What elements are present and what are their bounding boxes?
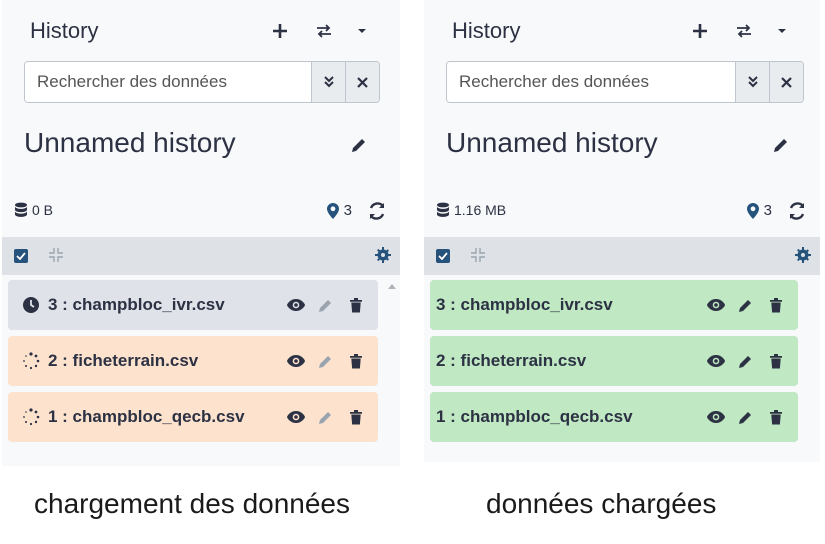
history-toolbar bbox=[2, 237, 400, 275]
select-all-checkbox[interactable] bbox=[14, 249, 28, 263]
pencil-icon[interactable] bbox=[316, 351, 336, 371]
trash-icon[interactable] bbox=[346, 295, 366, 315]
clear-search-button[interactable] bbox=[769, 62, 803, 102]
clear-search-button[interactable] bbox=[345, 62, 379, 102]
advanced-search-button[interactable] bbox=[735, 62, 769, 102]
history-item-count[interactable]: 3 bbox=[326, 202, 352, 219]
advanced-search-button[interactable] bbox=[311, 62, 345, 102]
history-count-label: 3 bbox=[763, 202, 772, 219]
caption-loaded: données chargées bbox=[486, 488, 717, 519]
history-panel-title: History bbox=[452, 18, 521, 43]
pencil-icon[interactable] bbox=[736, 295, 756, 315]
select-all-checkbox[interactable] bbox=[436, 249, 450, 263]
trash-icon[interactable] bbox=[766, 295, 786, 315]
pencil-icon[interactable] bbox=[316, 295, 336, 315]
trash-icon[interactable] bbox=[766, 351, 786, 371]
map-marker-icon bbox=[326, 202, 339, 219]
pencil-icon[interactable] bbox=[736, 351, 756, 371]
scroll-up-arrow[interactable] bbox=[388, 284, 396, 289]
history-item-count[interactable]: 3 bbox=[746, 202, 772, 219]
check-icon bbox=[438, 252, 448, 260]
dataset-name: 3 : champbloc_ivr.csv bbox=[436, 295, 613, 314]
caption-loading: chargement des données bbox=[34, 488, 350, 519]
search-bar bbox=[446, 61, 804, 103]
dataset-item[interactable]: 1 : champbloc_qecb.csv bbox=[8, 392, 378, 442]
history-name: Unnamed history bbox=[24, 127, 236, 158]
history-count-label: 3 bbox=[343, 202, 352, 219]
dataset-name: 1 : champbloc_qecb.csv bbox=[436, 407, 633, 426]
spinner-icon bbox=[20, 408, 42, 426]
dataset-name: 2 : ficheterrain.csv bbox=[436, 351, 587, 370]
check-icon bbox=[16, 252, 26, 260]
refresh-icon[interactable] bbox=[366, 200, 388, 222]
search-bar bbox=[24, 61, 380, 103]
dataset-item[interactable]: 3 : champbloc_ivr.csv bbox=[430, 280, 798, 330]
double-chevron-down-icon bbox=[747, 76, 758, 88]
plus-icon[interactable] bbox=[688, 18, 712, 44]
history-panel-loaded: History Unnamed history 1.16 MB 3 bbox=[424, 0, 820, 462]
history-size-label: 1.16 MB bbox=[454, 202, 507, 218]
history-panel-title: History bbox=[30, 18, 99, 43]
compress-icon[interactable] bbox=[48, 247, 64, 268]
dataset-list: 3 : champbloc_ivr.csv 2 : ficheterrain.c… bbox=[8, 280, 378, 448]
close-icon bbox=[781, 76, 792, 88]
dataset-list: 3 : champbloc_ivr.csv 2 : ficheterrain.c… bbox=[430, 280, 798, 448]
history-size-label: 0 B bbox=[32, 202, 54, 218]
history-size: 0 B bbox=[14, 202, 53, 218]
pencil-icon[interactable] bbox=[770, 134, 792, 156]
map-marker-icon bbox=[746, 202, 759, 219]
gear-icon[interactable] bbox=[794, 246, 812, 269]
compress-icon[interactable] bbox=[470, 247, 486, 268]
eye-icon[interactable] bbox=[286, 295, 306, 315]
exchange-icon[interactable] bbox=[312, 18, 336, 44]
search-input[interactable] bbox=[25, 62, 311, 102]
caret-down-icon[interactable] bbox=[350, 18, 374, 44]
dataset-item[interactable]: 2 : ficheterrain.csv bbox=[8, 336, 378, 386]
eye-icon[interactable] bbox=[706, 351, 726, 371]
history-stats: 1.16 MB 3 bbox=[436, 200, 812, 224]
pencil-icon[interactable] bbox=[348, 134, 370, 156]
eye-icon[interactable] bbox=[706, 295, 726, 315]
dataset-item[interactable]: 1 : champbloc_qecb.csv bbox=[430, 392, 798, 442]
gear-icon[interactable] bbox=[374, 246, 392, 269]
close-icon bbox=[357, 76, 368, 88]
double-chevron-down-icon bbox=[323, 76, 334, 88]
refresh-icon[interactable] bbox=[786, 200, 808, 222]
dataset-name: 1 : champbloc_qecb.csv bbox=[48, 407, 245, 426]
dataset-item[interactable]: 3 : champbloc_ivr.csv bbox=[8, 280, 378, 330]
history-stats: 0 B 3 bbox=[14, 200, 392, 224]
trash-icon[interactable] bbox=[766, 407, 786, 427]
dataset-name: 3 : champbloc_ivr.csv bbox=[48, 295, 225, 314]
dataset-item[interactable]: 2 : ficheterrain.csv bbox=[430, 336, 798, 386]
plus-icon[interactable] bbox=[268, 18, 292, 44]
pencil-icon[interactable] bbox=[736, 407, 756, 427]
pencil-icon[interactable] bbox=[316, 407, 336, 427]
database-icon bbox=[15, 202, 27, 217]
eye-icon[interactable] bbox=[286, 407, 306, 427]
eye-icon[interactable] bbox=[706, 407, 726, 427]
history-toolbar bbox=[424, 237, 820, 275]
spinner-icon bbox=[20, 352, 42, 370]
history-name: Unnamed history bbox=[446, 127, 658, 158]
trash-icon[interactable] bbox=[346, 351, 366, 371]
clock-icon bbox=[20, 296, 42, 314]
history-header: History bbox=[424, 18, 820, 46]
caret-down-icon[interactable] bbox=[770, 18, 794, 44]
database-icon bbox=[437, 202, 449, 217]
scrollbar[interactable] bbox=[386, 280, 398, 460]
history-header: History bbox=[2, 18, 400, 46]
search-input[interactable] bbox=[447, 62, 735, 102]
history-size: 1.16 MB bbox=[436, 202, 506, 218]
history-panel-loading: History Unnamed history 0 B 3 bbox=[2, 0, 400, 466]
eye-icon[interactable] bbox=[286, 351, 306, 371]
exchange-icon[interactable] bbox=[732, 18, 756, 44]
trash-icon[interactable] bbox=[346, 407, 366, 427]
dataset-name: 2 : ficheterrain.csv bbox=[48, 351, 199, 370]
